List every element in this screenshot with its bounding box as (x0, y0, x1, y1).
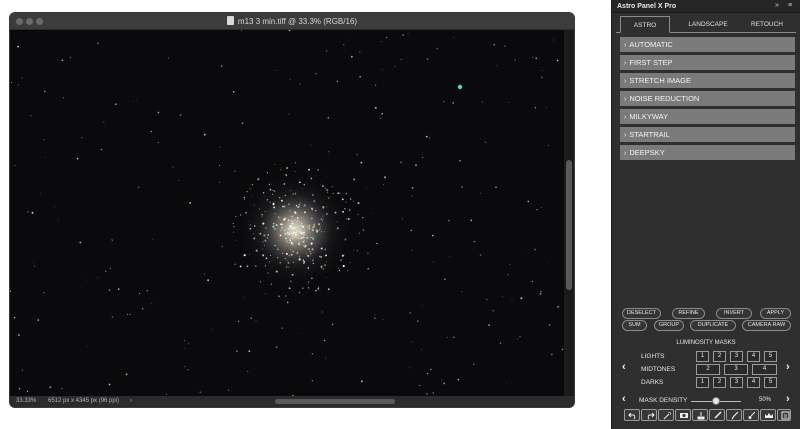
brush-soft-button[interactable] (743, 409, 759, 421)
stamp-icon (697, 412, 705, 420)
section-label: AUTOMATIC (629, 40, 673, 49)
chevron-right-icon: › (624, 78, 627, 85)
section-label: FIRST STEP (629, 58, 673, 67)
darks-label: DARKS (641, 379, 664, 386)
mask-icon (680, 413, 688, 418)
section-deepsky[interactable]: › DEEPSKY (620, 145, 795, 160)
camera-raw-button[interactable]: CAMERA RAW (742, 320, 791, 331)
vertical-scrollbar[interactable] (564, 30, 574, 398)
chevron-right-icon: › (624, 150, 627, 157)
redo-button[interactable] (641, 409, 657, 421)
redo-icon (647, 412, 655, 420)
group-button[interactable]: GROUP (654, 320, 684, 331)
lights-2-button[interactable]: 2 (713, 351, 726, 362)
darks-3-button[interactable]: 3 (730, 377, 743, 388)
magic-wand-icon (663, 412, 671, 420)
section-label: DEEPSKY (629, 148, 665, 157)
section-label: STARTRAIL (629, 130, 670, 139)
panel-tabs: ASTRO LANDSCAPE RETOUCH (616, 16, 796, 33)
tab-landscape[interactable]: LANDSCAPE (678, 16, 738, 33)
section-label: STRETCH IMAGE (629, 76, 692, 85)
section-noise-reduction[interactable]: › NOISE REDUCTION (620, 91, 795, 106)
panel-title: Astro Panel X Pro (617, 3, 677, 10)
section-automatic[interactable]: › AUTOMATIC (620, 37, 795, 52)
mask-density-value: 50% (759, 397, 772, 403)
info-button[interactable] (777, 409, 791, 421)
section-label: MILKYWAY (629, 112, 669, 121)
lights-5-button[interactable]: 5 (764, 351, 777, 362)
panel-menu-icon[interactable]: ≡ (788, 2, 792, 9)
section-label: NOISE REDUCTION (629, 94, 700, 103)
darks-5-button[interactable]: 5 (764, 377, 777, 388)
darks-4-button[interactable]: 4 (747, 377, 760, 388)
crown-icon (765, 413, 773, 418)
luminosity-prev-arrow[interactable]: ‹ (622, 361, 626, 373)
horizontal-scroll-thumb[interactable] (275, 399, 395, 404)
lights-3-button[interactable]: 3 (730, 351, 743, 362)
darks-1-button[interactable]: 1 (696, 377, 709, 388)
apply-button[interactable]: APPLY (760, 308, 791, 319)
luminosity-next-arrow[interactable]: › (786, 361, 790, 373)
brush-button[interactable] (709, 409, 725, 421)
density-prev-arrow[interactable]: ‹ (622, 393, 626, 405)
astro-panel: Astro Panel X Pro » ≡ ASTRO LANDSCAPE RE… (611, 0, 800, 429)
document-icon (226, 16, 234, 25)
midtones-4-button[interactable]: 4 (752, 364, 777, 375)
brush-small-icon (731, 411, 739, 420)
document-info: 6512 px x 4345 px (96 ppi) (48, 398, 120, 404)
chevron-right-icon: › (624, 42, 627, 49)
duplicate-button[interactable]: DUPLICATE (690, 320, 736, 331)
deselect-button[interactable]: DESELECT (622, 308, 661, 319)
document-title: m13 3 min.tiff @ 33.3% (RGB/16) (10, 16, 574, 26)
lights-label: LIGHTS (641, 353, 665, 360)
panel-header: Astro Panel X Pro » ≡ (612, 0, 800, 13)
undo-icon (628, 412, 636, 420)
document-title-text: m13 3 min.tiff @ 33.3% (RGB/16) (237, 17, 358, 26)
bottom-toolbar (624, 409, 791, 421)
vertical-scroll-thumb[interactable] (566, 160, 572, 290)
chevron-right-icon: › (624, 132, 627, 139)
document-titlebar[interactable]: m13 3 min.tiff @ 33.3% (RGB/16) (10, 13, 574, 30)
document-window: m13 3 min.tiff @ 33.3% (RGB/16) 33.33% 6… (9, 12, 575, 408)
midtones-2-button[interactable]: 2 (696, 364, 720, 375)
midtones-3-button[interactable]: 3 (724, 364, 748, 375)
chevron-right-icon: › (624, 96, 627, 103)
luminosity-masks-title: LUMINOSITY MASKS (676, 340, 736, 346)
tab-retouch[interactable]: RETOUCH (742, 16, 792, 33)
collapse-panel-button[interactable]: » (775, 2, 779, 9)
brush-soft-icon (748, 411, 756, 419)
star-field-image (10, 30, 566, 398)
sum-button[interactable]: SUM (622, 320, 647, 331)
section-stretch-image[interactable]: › STRETCH IMAGE (620, 73, 795, 88)
lights-1-button[interactable]: 1 (696, 351, 709, 362)
darks-2-button[interactable]: 2 (713, 377, 726, 388)
mask-button[interactable] (675, 409, 691, 421)
lights-4-button[interactable]: 4 (747, 351, 760, 362)
section-startrail[interactable]: › STARTRAIL (620, 127, 795, 142)
undo-button[interactable] (624, 409, 640, 421)
status-nav-arrow[interactable]: › (130, 398, 132, 404)
invert-button[interactable]: INVERT (716, 308, 752, 319)
section-milkyway[interactable]: › MILKYWAY (620, 109, 795, 124)
tab-astro[interactable]: ASTRO (620, 16, 670, 33)
info-icon (781, 411, 790, 420)
brush-small-button[interactable] (726, 409, 742, 421)
refine-button[interactable]: REFINE (672, 308, 705, 319)
stamp-button[interactable] (692, 409, 708, 421)
section-list: › AUTOMATIC › FIRST STEP › STRETCH IMAGE › N… (620, 37, 795, 163)
midtones-label: MIDTONES (641, 366, 676, 373)
section-first-step[interactable]: › FIRST STEP (620, 55, 795, 70)
chevron-right-icon: › (624, 114, 627, 121)
chevron-right-icon: › (624, 60, 627, 67)
density-next-arrow[interactable]: › (786, 393, 790, 405)
magic-wand-button[interactable] (658, 409, 674, 421)
mask-density-label: MASK DENSITY (639, 397, 688, 404)
mask-density-slider-handle[interactable] (712, 397, 720, 405)
status-bar: 33.33% 6512 px x 4345 px (96 ppi) › (10, 396, 574, 407)
crown-button[interactable] (760, 409, 776, 421)
image-canvas[interactable] (10, 30, 566, 398)
brush-icon (714, 411, 722, 419)
zoom-level[interactable]: 33.33% (16, 398, 36, 404)
